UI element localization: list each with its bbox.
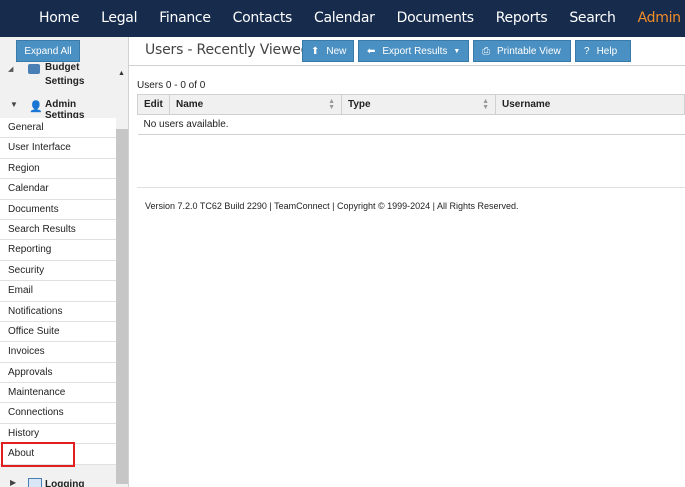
tree-admin-settings[interactable]: ▼ 👤 Admin Settings [0, 97, 116, 121]
page-title: Users - Recently Viewed [145, 42, 310, 58]
nav-admin[interactable]: Admin [627, 0, 685, 37]
toolbar-divider [129, 65, 685, 66]
help-button[interactable]: ? Help [575, 40, 631, 62]
sidebar-item-approvals[interactable]: Approvals [0, 362, 116, 384]
logging-label: Logging [45, 479, 85, 487]
sort-icon[interactable]: ▲ ▼ [328, 98, 335, 111]
nav-reports[interactable]: Reports [485, 0, 559, 37]
sort-icon[interactable]: ▲ ▼ [482, 98, 489, 111]
sidebar-item-office-suite[interactable]: Office Suite [0, 321, 116, 343]
sidebar-item-email[interactable]: Email [0, 281, 116, 302]
nav-calendar[interactable]: Calendar [303, 0, 386, 37]
printable-view-button[interactable]: ⎙ Printable View [473, 40, 571, 62]
help-icon: ? [584, 45, 590, 57]
column-header-type[interactable]: Type ▲ ▼ [341, 94, 496, 115]
sidebar-item-security[interactable]: Security [0, 260, 116, 282]
add-user-icon: ⬆ [311, 45, 320, 57]
scroll-up-icon[interactable]: ▲ [118, 70, 125, 77]
budget-label: Budget [45, 62, 80, 73]
printable-view-label: Printable View [497, 45, 561, 57]
nav-finance[interactable]: Finance [148, 0, 221, 37]
sidebar: Expand All ◢ Budget Settings ▲ ▼ 👤 Admin… [0, 37, 129, 487]
export-results-label: Export Results [382, 45, 448, 57]
sidebar-item-reporting[interactable]: Reporting [0, 240, 116, 261]
export-icon: ⬅ [367, 45, 376, 57]
sidebar-item-region[interactable]: Region [0, 158, 116, 180]
sidebar-item-notifications[interactable]: Notifications [0, 301, 116, 322]
printer-icon: ⎙ [482, 45, 490, 57]
nav-legal[interactable]: Legal [90, 0, 148, 37]
column-header-username[interactable]: Username [495, 94, 685, 115]
results-count: Users 0 - 0 of 0 [137, 80, 206, 91]
about-highlight-box [1, 442, 75, 467]
expand-all-button[interactable]: Expand All [16, 40, 80, 62]
settings-label: Settings [45, 76, 85, 87]
sidebar-scrollbar[interactable] [116, 129, 128, 484]
sidebar-item-documents[interactable]: Documents [0, 199, 116, 220]
sidebar-item-general[interactable]: General [0, 118, 116, 139]
sidebar-item-user-interface[interactable]: User Interface [0, 138, 116, 159]
new-button[interactable]: ⬆ New [302, 40, 354, 62]
nav-home[interactable]: Home [28, 0, 90, 37]
collapse-arrow-icon[interactable]: ◢ [8, 65, 13, 73]
budget-icon [28, 64, 40, 74]
users-table: Edit Name ▲ ▼ Type ▲ ▼ Username No users ava… [137, 94, 685, 135]
logging-icon [28, 478, 42, 487]
expanded-arrow-icon[interactable]: ▼ [10, 100, 18, 109]
collapsed-arrow-icon[interactable]: ▶ [10, 478, 16, 487]
admin-user-icon: 👤 [29, 101, 43, 113]
dropdown-caret-icon: ▼ [453, 47, 461, 55]
nav-contacts[interactable]: Contacts [222, 0, 303, 37]
nav-search[interactable]: Search [558, 0, 626, 37]
sidebar-item-connections[interactable]: Connections [0, 403, 116, 424]
export-results-button[interactable]: ⬅ Export Results ▼ [358, 40, 469, 62]
sidebar-item-calendar[interactable]: Calendar [0, 179, 116, 200]
column-header-edit[interactable]: Edit [137, 94, 170, 115]
table-row: No users available. [137, 114, 685, 135]
footer-divider [137, 187, 685, 188]
tree-budget-settings[interactable]: ◢ Budget Settings [0, 62, 116, 91]
empty-message: No users available. [137, 114, 685, 135]
sidebar-item-invoices[interactable]: Invoices [0, 342, 116, 363]
sidebar-item-search-results[interactable]: Search Results [0, 219, 116, 241]
nav-documents[interactable]: Documents [386, 0, 485, 37]
top-nav-bar: Home Legal Finance Contacts Calendar Doc… [0, 0, 685, 37]
version-footer: Version 7.2.0 TC62 Build 2290 | TeamConn… [145, 201, 519, 211]
sidebar-item-maintenance[interactable]: Maintenance [0, 383, 116, 404]
tree-logging[interactable]: ▶ Logging [0, 477, 116, 487]
new-button-label: New [326, 45, 347, 57]
admin-settings-menu: General User Interface Region Calendar D… [0, 118, 116, 465]
main-content: Users - Recently Viewed ⬆ New ⬅ Export R… [129, 37, 685, 487]
help-label: Help [596, 45, 618, 57]
column-header-name[interactable]: Name ▲ ▼ [169, 94, 342, 115]
